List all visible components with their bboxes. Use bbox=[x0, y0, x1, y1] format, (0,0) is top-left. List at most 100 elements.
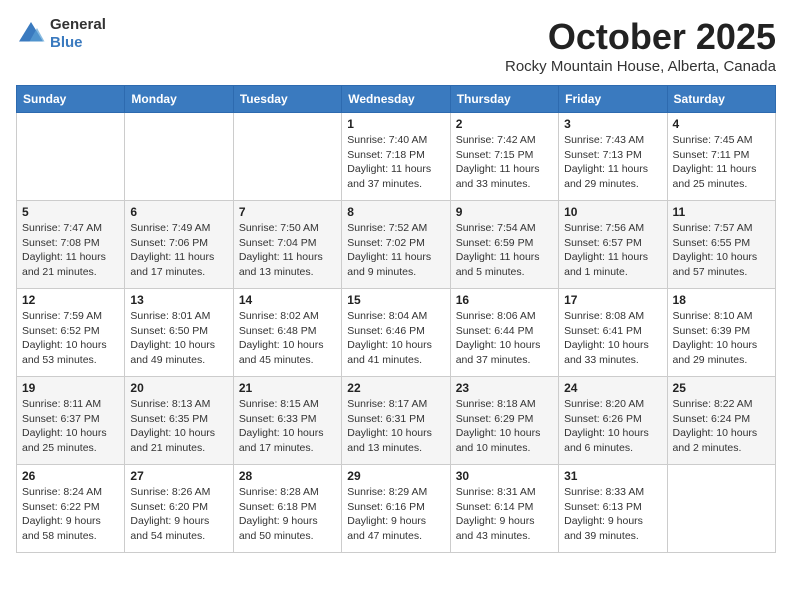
day-number: 23 bbox=[456, 381, 553, 395]
day-info: Sunrise: 8:29 AM Sunset: 6:16 PM Dayligh… bbox=[347, 485, 444, 544]
calendar-cell: 25 Sunrise: 8:22 AM Sunset: 6:24 PM Dayli… bbox=[667, 377, 775, 465]
day-number: 25 bbox=[673, 381, 770, 395]
day-info: Sunrise: 7:59 AM Sunset: 6:52 PM Dayligh… bbox=[22, 309, 119, 368]
logo: General Blue bbox=[16, 16, 106, 52]
day-number: 4 bbox=[673, 117, 770, 131]
calendar-cell: 27Sunrise: 8:26 AM Sunset: 6:20 PM Dayli… bbox=[125, 465, 233, 553]
day-number: 11 bbox=[673, 205, 770, 219]
day-number: 17 bbox=[564, 293, 661, 307]
logo-text: General Blue bbox=[50, 16, 106, 52]
day-info: Sunrise: 8:20 AM Sunset: 6:26 PM Dayligh… bbox=[564, 397, 661, 456]
logo-general-text: General bbox=[50, 16, 106, 34]
calendar-cell: 26Sunrise: 8:24 AM Sunset: 6:22 PM Dayli… bbox=[17, 465, 125, 553]
day-number: 19 bbox=[22, 381, 119, 395]
calendar-cell bbox=[233, 113, 341, 201]
title-block: October 2025 Rocky Mountain House, Alber… bbox=[505, 16, 776, 75]
calendar-week-row: 19 Sunrise: 8:11 AM Sunset: 6:37 PM Dayli… bbox=[17, 377, 776, 465]
day-info: Sunrise: 7:45 AM Sunset: 7:11 PM Dayligh… bbox=[673, 133, 770, 192]
day-number: 16 bbox=[456, 293, 553, 307]
day-of-week-header: Monday bbox=[125, 86, 233, 113]
day-number: 18 bbox=[673, 293, 770, 307]
day-number: 15 bbox=[347, 293, 444, 307]
calendar-cell: 24 Sunrise: 8:20 AM Sunset: 6:26 PM Dayli… bbox=[559, 377, 667, 465]
calendar-cell: 15 Sunrise: 8:04 AM Sunset: 6:46 PM Dayli… bbox=[342, 289, 450, 377]
logo-icon bbox=[16, 19, 46, 49]
day-info: Sunrise: 8:33 AM Sunset: 6:13 PM Dayligh… bbox=[564, 485, 661, 544]
day-number: 1 bbox=[347, 117, 444, 131]
day-info: Sunrise: 8:06 AM Sunset: 6:44 PM Dayligh… bbox=[456, 309, 553, 368]
day-info: Sunrise: 7:42 AM Sunset: 7:15 PM Dayligh… bbox=[456, 133, 553, 192]
day-info: Sunrise: 8:04 AM Sunset: 6:46 PM Dayligh… bbox=[347, 309, 444, 368]
calendar-cell: 8 Sunrise: 7:52 AM Sunset: 7:02 PM Daylig… bbox=[342, 201, 450, 289]
day-info: Sunrise: 8:28 AM Sunset: 6:18 PM Dayligh… bbox=[239, 485, 336, 544]
day-info: Sunrise: 7:40 AM Sunset: 7:18 PM Dayligh… bbox=[347, 133, 444, 192]
calendar-cell: 31 Sunrise: 8:33 AM Sunset: 6:13 PM Dayli… bbox=[559, 465, 667, 553]
day-info: Sunrise: 8:15 AM Sunset: 6:33 PM Dayligh… bbox=[239, 397, 336, 456]
calendar-cell: 10Sunrise: 7:56 AM Sunset: 6:57 PM Dayli… bbox=[559, 201, 667, 289]
day-number: 3 bbox=[564, 117, 661, 131]
calendar-cell: 30 Sunrise: 8:31 AM Sunset: 6:14 PM Dayli… bbox=[450, 465, 558, 553]
day-number: 24 bbox=[564, 381, 661, 395]
day-number: 26 bbox=[22, 469, 119, 483]
calendar-header-row: SundayMondayTuesdayWednesdayThursdayFrid… bbox=[17, 86, 776, 113]
calendar-cell: 14 Sunrise: 8:02 AM Sunset: 6:48 PM Dayli… bbox=[233, 289, 341, 377]
day-info: Sunrise: 8:17 AM Sunset: 6:31 PM Dayligh… bbox=[347, 397, 444, 456]
calendar-cell: 28 Sunrise: 8:28 AM Sunset: 6:18 PM Dayli… bbox=[233, 465, 341, 553]
day-info: Sunrise: 8:11 AM Sunset: 6:37 PM Dayligh… bbox=[22, 397, 119, 456]
day-info: Sunrise: 8:31 AM Sunset: 6:14 PM Dayligh… bbox=[456, 485, 553, 544]
calendar-cell bbox=[17, 113, 125, 201]
calendar-week-row: 12 Sunrise: 7:59 AM Sunset: 6:52 PM Dayli… bbox=[17, 289, 776, 377]
calendar-table: SundayMondayTuesdayWednesdayThursdayFrid… bbox=[16, 85, 776, 553]
day-number: 8 bbox=[347, 205, 444, 219]
day-info: Sunrise: 8:02 AM Sunset: 6:48 PM Dayligh… bbox=[239, 309, 336, 368]
day-info: Sunrise: 7:49 AM Sunset: 7:06 PM Dayligh… bbox=[130, 221, 227, 280]
calendar-cell: 19 Sunrise: 8:11 AM Sunset: 6:37 PM Dayli… bbox=[17, 377, 125, 465]
location-title: Rocky Mountain House, Alberta, Canada bbox=[505, 58, 776, 75]
day-info: Sunrise: 7:50 AM Sunset: 7:04 PM Dayligh… bbox=[239, 221, 336, 280]
page-header: General Blue October 2025 Rocky Mountain… bbox=[16, 16, 776, 75]
calendar-cell: 3 Sunrise: 7:43 AM Sunset: 7:13 PM Daylig… bbox=[559, 113, 667, 201]
calendar-week-row: 5Sunrise: 7:47 AM Sunset: 7:08 PM Daylig… bbox=[17, 201, 776, 289]
day-of-week-header: Saturday bbox=[667, 86, 775, 113]
calendar-week-row: 1 Sunrise: 7:40 AM Sunset: 7:18 PM Daylig… bbox=[17, 113, 776, 201]
calendar-cell: 2 Sunrise: 7:42 AM Sunset: 7:15 PM Daylig… bbox=[450, 113, 558, 201]
calendar-cell bbox=[667, 465, 775, 553]
day-number: 27 bbox=[130, 469, 227, 483]
day-number: 14 bbox=[239, 293, 336, 307]
calendar-week-row: 26Sunrise: 8:24 AM Sunset: 6:22 PM Dayli… bbox=[17, 465, 776, 553]
day-info: Sunrise: 7:57 AM Sunset: 6:55 PM Dayligh… bbox=[673, 221, 770, 280]
day-of-week-header: Tuesday bbox=[233, 86, 341, 113]
day-info: Sunrise: 8:01 AM Sunset: 6:50 PM Dayligh… bbox=[130, 309, 227, 368]
day-number: 22 bbox=[347, 381, 444, 395]
calendar-cell: 7Sunrise: 7:50 AM Sunset: 7:04 PM Daylig… bbox=[233, 201, 341, 289]
calendar-cell: 6 Sunrise: 7:49 AM Sunset: 7:06 PM Daylig… bbox=[125, 201, 233, 289]
day-info: Sunrise: 8:18 AM Sunset: 6:29 PM Dayligh… bbox=[456, 397, 553, 456]
day-of-week-header: Wednesday bbox=[342, 86, 450, 113]
day-number: 30 bbox=[456, 469, 553, 483]
calendar-cell: 20Sunrise: 8:13 AM Sunset: 6:35 PM Dayli… bbox=[125, 377, 233, 465]
calendar-cell: 4 Sunrise: 7:45 AM Sunset: 7:11 PM Daylig… bbox=[667, 113, 775, 201]
day-number: 31 bbox=[564, 469, 661, 483]
day-of-week-header: Thursday bbox=[450, 86, 558, 113]
calendar-cell: 1 Sunrise: 7:40 AM Sunset: 7:18 PM Daylig… bbox=[342, 113, 450, 201]
calendar-cell: 9Sunrise: 7:54 AM Sunset: 6:59 PM Daylig… bbox=[450, 201, 558, 289]
calendar-cell: 11 Sunrise: 7:57 AM Sunset: 6:55 PM Dayli… bbox=[667, 201, 775, 289]
calendar-cell: 5Sunrise: 7:47 AM Sunset: 7:08 PM Daylig… bbox=[17, 201, 125, 289]
calendar-cell: 21 Sunrise: 8:15 AM Sunset: 6:33 PM Dayli… bbox=[233, 377, 341, 465]
logo-blue-text: Blue bbox=[50, 34, 106, 52]
day-number: 10 bbox=[564, 205, 661, 219]
calendar-cell: 17 Sunrise: 8:08 AM Sunset: 6:41 PM Dayli… bbox=[559, 289, 667, 377]
day-info: Sunrise: 7:52 AM Sunset: 7:02 PM Dayligh… bbox=[347, 221, 444, 280]
day-number: 28 bbox=[239, 469, 336, 483]
day-number: 6 bbox=[130, 205, 227, 219]
day-number: 21 bbox=[239, 381, 336, 395]
day-number: 12 bbox=[22, 293, 119, 307]
day-number: 13 bbox=[130, 293, 227, 307]
day-info: Sunrise: 8:22 AM Sunset: 6:24 PM Dayligh… bbox=[673, 397, 770, 456]
day-info: Sunrise: 7:43 AM Sunset: 7:13 PM Dayligh… bbox=[564, 133, 661, 192]
calendar-cell: 23 Sunrise: 8:18 AM Sunset: 6:29 PM Dayli… bbox=[450, 377, 558, 465]
calendar-cell: 22 Sunrise: 8:17 AM Sunset: 6:31 PM Dayli… bbox=[342, 377, 450, 465]
day-number: 5 bbox=[22, 205, 119, 219]
day-info: Sunrise: 8:08 AM Sunset: 6:41 PM Dayligh… bbox=[564, 309, 661, 368]
day-number: 2 bbox=[456, 117, 553, 131]
